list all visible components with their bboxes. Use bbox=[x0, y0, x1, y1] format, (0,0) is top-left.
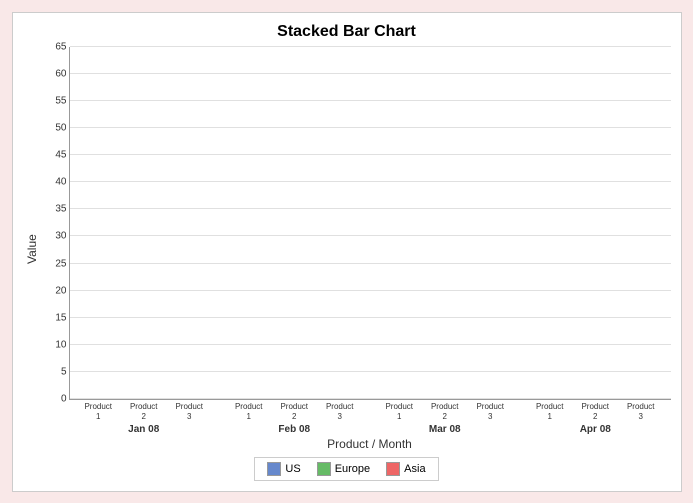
legend-color-asia bbox=[386, 462, 400, 476]
y-tick-label: 55 bbox=[42, 95, 67, 106]
bars-wrapper bbox=[70, 47, 671, 400]
legend-item-europe: Europe bbox=[317, 462, 370, 476]
month-label-group-3: Product1Product2Product3 Apr 08 bbox=[520, 400, 671, 434]
y-tick-label: 20 bbox=[42, 285, 67, 296]
y-tick-label: 35 bbox=[42, 204, 67, 215]
y-tick-label: 40 bbox=[42, 177, 67, 188]
product-label: Product1 bbox=[227, 400, 271, 421]
y-tick-label: 5 bbox=[42, 367, 67, 378]
legend-item-asia: Asia bbox=[386, 462, 425, 476]
month-name-0: Jan 08 bbox=[128, 424, 159, 435]
product-label: Product3 bbox=[469, 400, 513, 421]
plot-area: 05101520253035404550556065 bbox=[69, 47, 671, 401]
product-label: Product3 bbox=[168, 400, 212, 421]
month-name-3: Apr 08 bbox=[580, 424, 611, 435]
legend-item-us: US bbox=[267, 462, 300, 476]
y-tick-label: 30 bbox=[42, 231, 67, 242]
product-label: Product2 bbox=[273, 400, 317, 421]
y-tick-label: 15 bbox=[42, 312, 67, 323]
month-label-group-2: Product1Product2Product3 Mar 08 bbox=[370, 400, 521, 434]
y-tick-label: 65 bbox=[42, 41, 67, 52]
y-tick-label: 45 bbox=[42, 150, 67, 161]
y-axis-label: Value bbox=[23, 47, 41, 451]
product-label: Product2 bbox=[122, 400, 166, 421]
chart-body: Value 05101520253035404550556065 Product… bbox=[23, 47, 671, 451]
legend-label-us: US bbox=[285, 463, 300, 475]
legend-color-us bbox=[267, 462, 281, 476]
legend-label-europe: Europe bbox=[335, 463, 370, 475]
product-label: Product2 bbox=[423, 400, 467, 421]
chart-title: Stacked Bar Chart bbox=[277, 23, 416, 41]
month-name-1: Feb 08 bbox=[278, 424, 310, 435]
x-axis-area: Product1Product2Product3Jan 08Product1Pr… bbox=[69, 400, 671, 434]
y-tick-label: 0 bbox=[42, 394, 67, 405]
legend: US Europe Asia bbox=[254, 457, 438, 481]
product-label: Product2 bbox=[574, 400, 618, 421]
month-label-group-1: Product1Product2Product3 Feb 08 bbox=[219, 400, 370, 434]
legend-color-europe bbox=[317, 462, 331, 476]
month-name-2: Mar 08 bbox=[429, 424, 461, 435]
product-label: Product3 bbox=[318, 400, 362, 421]
month-label-group-0: Product1Product2Product3 Jan 08 bbox=[69, 400, 220, 434]
product-label: Product1 bbox=[528, 400, 572, 421]
y-tick-label: 25 bbox=[42, 258, 67, 269]
chart-container: Stacked Bar Chart Value 0510152025303540… bbox=[12, 12, 682, 492]
product-label: Product1 bbox=[77, 400, 121, 421]
legend-label-asia: Asia bbox=[404, 463, 425, 475]
y-tick-label: 50 bbox=[42, 122, 67, 133]
y-tick-label: 10 bbox=[42, 340, 67, 351]
y-tick-label: 60 bbox=[42, 68, 67, 79]
x-axis-title: Product / Month bbox=[69, 437, 671, 451]
product-label: Product3 bbox=[619, 400, 663, 421]
product-label: Product1 bbox=[378, 400, 422, 421]
